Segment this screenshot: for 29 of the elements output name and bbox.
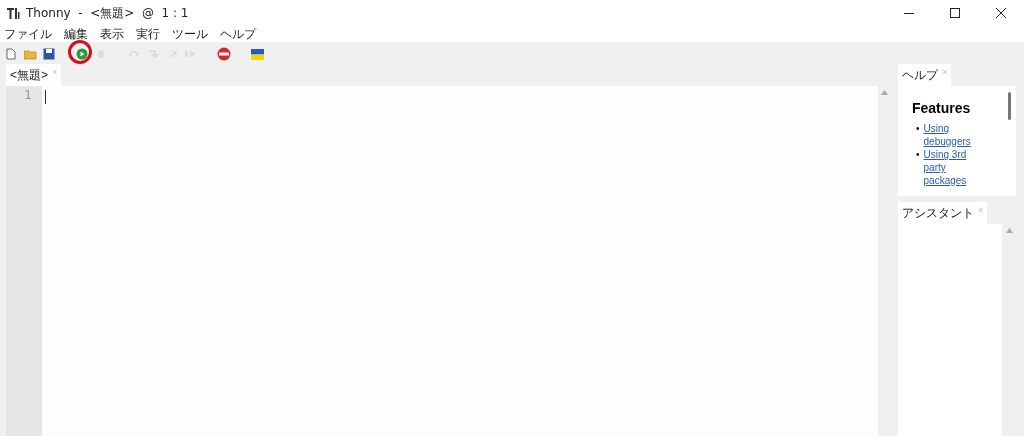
menu-item[interactable]: 実行 xyxy=(136,25,160,43)
help-heading: Features xyxy=(912,100,972,116)
assistant-tab[interactable]: アシスタント × xyxy=(898,202,988,224)
scroll-up-icon[interactable] xyxy=(1005,228,1013,233)
menu-item[interactable]: 編集 xyxy=(64,25,88,43)
maximize-icon[interactable] xyxy=(950,8,960,18)
stop-icon[interactable] xyxy=(217,47,231,61)
editor-tab[interactable]: <無題> × xyxy=(6,64,62,86)
scrollbar-thumb[interactable] xyxy=(1007,92,1011,120)
bullet: • xyxy=(916,122,920,135)
line-number: 1 xyxy=(23,88,32,102)
help-tab[interactable]: ヘルプ × xyxy=(898,64,952,86)
window-title: Thonny - <無題> @ 1 : 1 xyxy=(26,4,190,22)
menu-item[interactable]: ツール xyxy=(172,25,208,43)
scroll-up-icon[interactable] xyxy=(880,90,888,95)
help-link[interactable]: Using 3rd party packages xyxy=(923,148,980,187)
menu-item[interactable]: 表示 xyxy=(100,25,124,43)
close-icon[interactable] xyxy=(996,8,1006,18)
menu-item[interactable]: ヘルプ xyxy=(220,25,256,43)
new-file-icon[interactable] xyxy=(6,48,16,60)
save-icon[interactable] xyxy=(43,48,55,60)
bullet: • xyxy=(916,148,920,161)
help-link[interactable]: Using debuggers xyxy=(923,122,980,148)
run-icon[interactable] xyxy=(76,48,88,60)
minimize-icon[interactable] xyxy=(904,12,914,14)
flag-icon[interactable] xyxy=(250,48,264,60)
folder-icon[interactable] xyxy=(23,48,37,60)
app-logo-icon xyxy=(6,6,20,20)
menu-item[interactable]: ファイル xyxy=(4,25,52,43)
